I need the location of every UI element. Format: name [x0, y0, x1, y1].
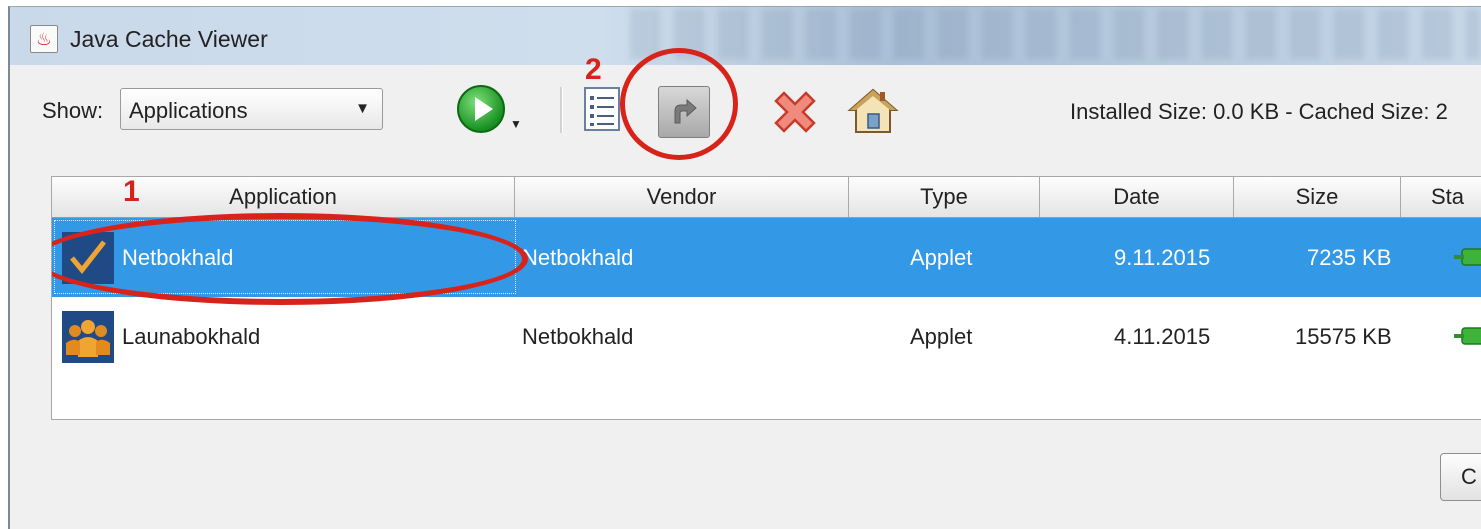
cell-date: 9.11.2015: [1114, 245, 1211, 270]
delete-button[interactable]: [766, 83, 824, 141]
cell-type: Applet: [910, 324, 973, 349]
green-plug-icon: [1454, 247, 1481, 267]
cell-size: 7235 KB: [1307, 245, 1392, 270]
column-header-application[interactable]: Application: [52, 177, 515, 217]
cache-table[interactable]: Application Vendor Type Date Size Sta Ne…: [51, 176, 1481, 420]
table-row-launabokhald[interactable]: Launabokhald Netbokhald Applet 4.11.2015…: [52, 297, 1481, 376]
annotation-ellipse-row: [52, 213, 528, 305]
play-icon: [457, 85, 505, 133]
java-cup-icon: ♨: [30, 25, 58, 53]
show-dropdown[interactable]: Applications ▼: [120, 88, 383, 130]
cell-size: 15575 KB: [1295, 324, 1392, 349]
close-button[interactable]: C: [1440, 453, 1481, 501]
green-plug-icon: [1454, 326, 1481, 346]
show-dropdown-value: Applications: [129, 98, 248, 123]
chevron-down-icon: ▼: [355, 100, 370, 117]
details-list-icon: [584, 87, 620, 131]
title-bar: ♨ Java Cache Viewer: [10, 7, 1481, 65]
cell-type: Applet: [910, 245, 973, 270]
annotation-circle-shortcut: [620, 48, 738, 160]
home-icon: [847, 88, 899, 133]
table-header: Application Vendor Type Date Size Sta: [52, 177, 1481, 218]
run-button[interactable]: [456, 84, 506, 134]
annotation-number-1: 1: [123, 175, 140, 208]
cell-vendor: Netbokhald: [522, 324, 634, 349]
window-title: Java Cache Viewer: [70, 26, 268, 52]
java-cache-viewer-window: ♨ Java Cache Viewer Show: Applications ▼…: [8, 6, 1481, 529]
home-button[interactable]: [846, 84, 900, 138]
launabokhald-people-icon: [62, 311, 114, 363]
cell-application: Launabokhald: [122, 324, 261, 349]
client-area: Show: Applications ▼ ▼ Installed Size: 0…: [10, 48, 1481, 529]
table-row-netbokhald[interactable]: Netbokhald Netbokhald Applet 9.11.2015 7…: [52, 213, 1481, 305]
background-window-ghost: [630, 9, 1480, 59]
show-details-button[interactable]: [582, 85, 622, 133]
column-header-status[interactable]: Sta: [1401, 177, 1481, 217]
column-header-date[interactable]: Date: [1040, 177, 1234, 217]
annotation-number-2: 2: [585, 53, 602, 86]
delete-x-icon: [774, 91, 816, 133]
run-options-caret-icon[interactable]: ▼: [510, 117, 522, 131]
column-header-size[interactable]: Size: [1234, 177, 1401, 217]
cell-date: 4.11.2015: [1114, 324, 1211, 349]
cell-vendor: Netbokhald: [522, 245, 634, 270]
column-header-type[interactable]: Type: [849, 177, 1040, 217]
show-label: Show:: [42, 98, 104, 123]
size-info-text: Installed Size: 0.0 KB - Cached Size: 2: [1070, 99, 1448, 124]
toolbar-separator: [560, 87, 563, 133]
column-header-vendor[interactable]: Vendor: [515, 177, 849, 217]
